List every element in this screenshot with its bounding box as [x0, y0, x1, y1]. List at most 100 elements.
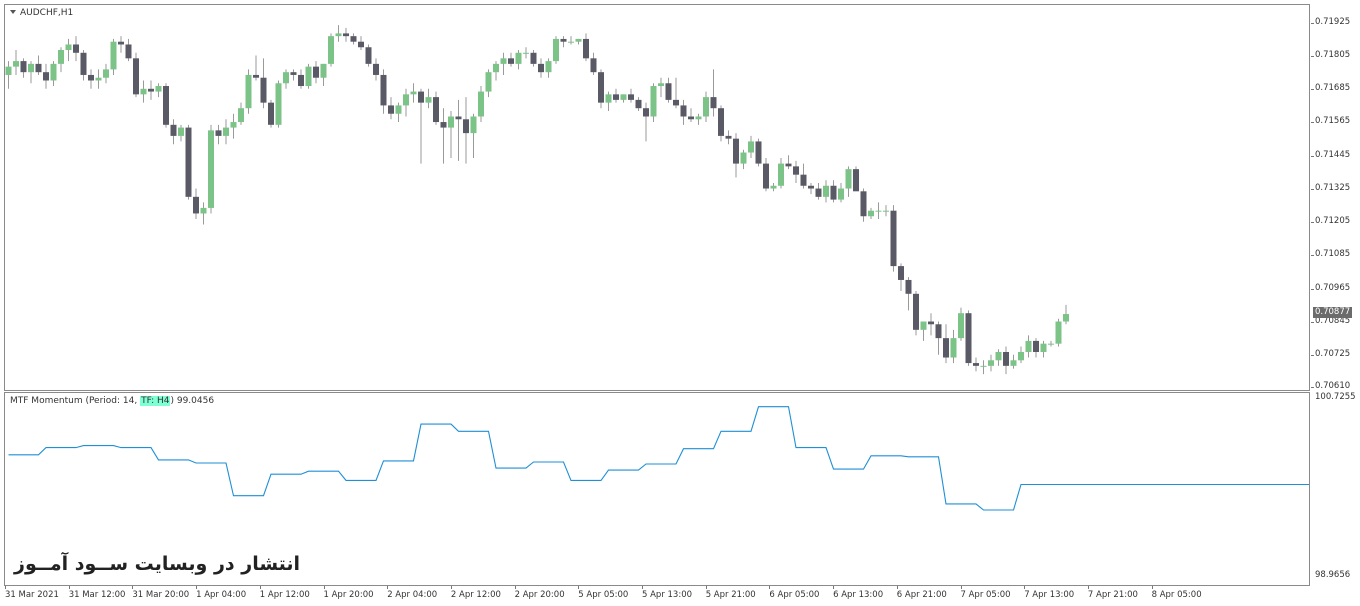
- candle-body: [988, 360, 994, 366]
- candle-body: [193, 196, 199, 214]
- time-label: 2 Apr 12:00: [450, 590, 501, 600]
- candle-body: [605, 94, 612, 103]
- candle-body: [995, 351, 1002, 361]
- time-tick: [896, 586, 898, 589]
- candle: [673, 77, 679, 109]
- candle-body: [178, 127, 184, 136]
- candle: [170, 119, 177, 145]
- time-tick: [196, 586, 198, 589]
- candle-body: [290, 72, 297, 75]
- candle: [5, 61, 12, 89]
- time-label: 1 Apr 20:00: [323, 590, 374, 600]
- chevron-down-icon[interactable]: [10, 10, 16, 14]
- candle: [913, 291, 919, 336]
- candle-body: [200, 207, 207, 214]
- price-label: 0.71325: [1315, 182, 1351, 193]
- candle-body: [830, 185, 837, 200]
- price-tick: [1311, 255, 1314, 257]
- candle-body: [1003, 351, 1009, 366]
- price-tick: [1311, 188, 1314, 190]
- candle: [950, 329, 957, 364]
- candle-body: [1033, 340, 1039, 352]
- candle: [763, 158, 769, 192]
- price-tick: [1311, 89, 1314, 91]
- time-tick: [578, 586, 580, 589]
- candle-body: [163, 86, 169, 125]
- candle-body: [890, 210, 897, 267]
- candle-body: [703, 97, 709, 117]
- candle-body: [418, 91, 424, 103]
- candle-body: [785, 163, 792, 167]
- candle-body: [950, 338, 957, 358]
- candle: [988, 354, 994, 372]
- candle: [268, 99, 274, 128]
- candle-body: [313, 66, 319, 78]
- price-tick: [1311, 222, 1314, 224]
- candle: [718, 105, 724, 142]
- candle: [418, 88, 424, 164]
- candle-body: [463, 119, 469, 134]
- candle-body: [88, 74, 94, 81]
- candle-body: [928, 321, 934, 325]
- candle-body: [298, 74, 304, 87]
- candle: [1025, 335, 1032, 358]
- candle-body: [530, 52, 537, 64]
- candle: [253, 55, 259, 81]
- candle-body: [493, 63, 499, 73]
- price-chart-pane[interactable]: AUDCHF,H1: [4, 4, 1310, 391]
- watermark-text: انتشار در وبسایت ســود آمــوز: [14, 553, 301, 575]
- candle-body: [748, 141, 754, 153]
- candle-body: [1055, 321, 1062, 344]
- candle: [980, 360, 987, 375]
- candle: [335, 25, 342, 42]
- candle-body: [718, 108, 724, 136]
- candle: [553, 36, 559, 64]
- candle: [1063, 304, 1069, 325]
- candle-body: [800, 174, 807, 186]
- price-axis[interactable]: 0.71925 0.71805 0.71685 0.71565 0.71445 0.713…: [1311, 4, 1360, 391]
- time-tick: [705, 586, 707, 589]
- candle: [590, 52, 597, 75]
- price-label: 0.71685: [1315, 83, 1351, 94]
- price-tick: [1311, 55, 1314, 57]
- time-label: 7 Apr 13:00: [1024, 590, 1075, 600]
- indicator-axis[interactable]: 100.7255 98.9656: [1311, 392, 1360, 586]
- candle: [65, 38, 72, 62]
- momentum-line: [8, 406, 1309, 511]
- candle: [425, 88, 432, 109]
- current-price-badge: 0.70877: [1313, 307, 1353, 319]
- candle: [515, 50, 522, 70]
- candle-body: [500, 58, 507, 64]
- candle: [365, 44, 372, 67]
- time-label: 31 Mar 12:00: [68, 590, 126, 600]
- candle: [523, 47, 529, 59]
- candle: [575, 38, 582, 45]
- candle-body: [35, 63, 42, 73]
- candle: [373, 58, 379, 81]
- candle-body: [575, 38, 582, 42]
- candle-body: [725, 135, 732, 139]
- candle: [215, 124, 222, 145]
- candle: [710, 69, 717, 117]
- candle: [568, 36, 574, 45]
- candle: [808, 182, 814, 195]
- indicator-scale-top: 100.7255: [1315, 392, 1356, 402]
- candle: [740, 149, 747, 170]
- candle: [95, 69, 102, 89]
- timeframe-badge: TF: H4: [140, 396, 171, 406]
- candle: [283, 69, 289, 89]
- candle-body: [883, 210, 889, 212]
- candle-body: [650, 86, 657, 117]
- candle-body: [545, 61, 552, 73]
- candle-body: [253, 74, 259, 78]
- candle: [193, 188, 199, 220]
- candle: [200, 202, 207, 225]
- price-tick: [1311, 122, 1314, 124]
- candle: [508, 52, 514, 67]
- candle: [133, 52, 139, 98]
- candle-body: [628, 94, 634, 100]
- candle: [103, 63, 109, 84]
- candle-body: [740, 152, 747, 164]
- candle: [868, 207, 874, 220]
- time-label: 2 Apr 20:00: [514, 590, 565, 600]
